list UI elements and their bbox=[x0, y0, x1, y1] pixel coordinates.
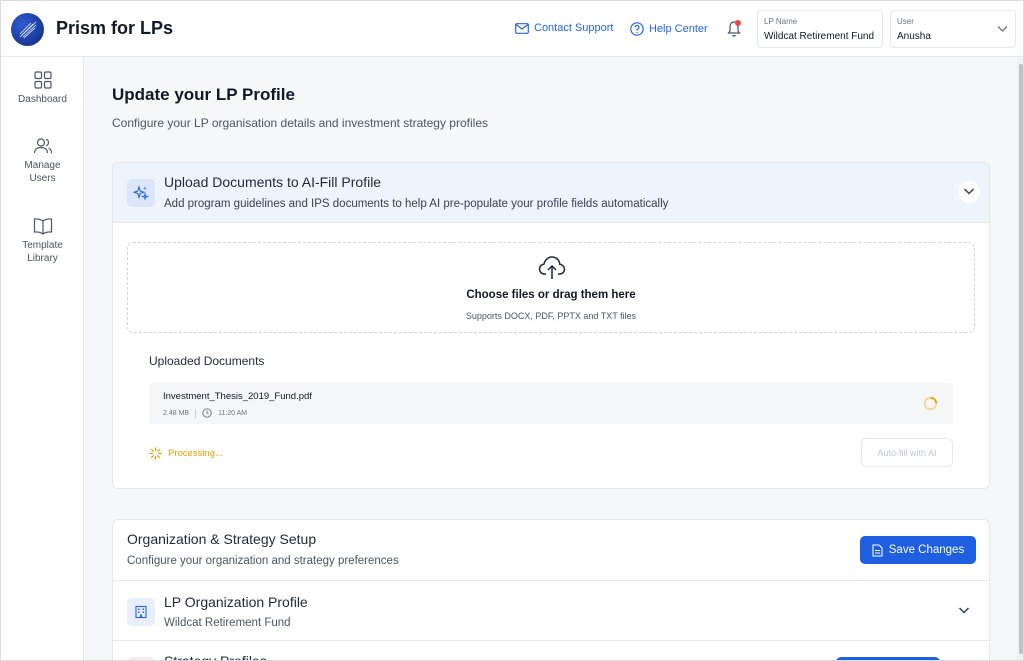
upload-documents-card: Upload Documents to AI-Fill Profile Add … bbox=[112, 162, 990, 489]
row-title: LP Organization Profile bbox=[164, 594, 308, 610]
sidebar: Dashboard Manage Users Template Library bbox=[1, 57, 84, 660]
building-icon bbox=[127, 598, 155, 626]
loading-spinner-icon bbox=[923, 396, 938, 411]
chevron-down-icon bbox=[963, 188, 975, 195]
contact-support-label: Contact Support bbox=[534, 22, 614, 34]
user-select[interactable]: User Anusha bbox=[890, 10, 1016, 48]
auto-fill-button[interactable]: Auto-fill with AI bbox=[861, 438, 953, 467]
sidebar-item-label: Manage Users bbox=[24, 160, 61, 184]
processing-status: Processing... bbox=[149, 447, 223, 460]
sidebar-item-manage-users[interactable]: Manage Users bbox=[1, 137, 84, 185]
document-icon bbox=[872, 543, 883, 557]
row-subtitle: Wildcat Retirement Fund bbox=[164, 617, 291, 629]
org-card-subtitle: Configure your organization and strategy… bbox=[127, 555, 399, 567]
contact-support-link[interactable]: Contact Support bbox=[515, 22, 614, 34]
chevron-down-icon bbox=[958, 607, 970, 614]
users-icon bbox=[33, 138, 52, 154]
organization-strategy-card: Organization & Strategy Setup Configure … bbox=[112, 519, 990, 660]
upload-card-subtitle: Add program guidelines and IPS documents… bbox=[164, 198, 669, 210]
user-label: User bbox=[897, 17, 914, 26]
upload-cloud-icon bbox=[538, 256, 566, 279]
strategy-icon bbox=[127, 657, 155, 660]
help-center-link[interactable]: Help Center bbox=[630, 22, 708, 36]
help-center-label: Help Center bbox=[649, 23, 708, 35]
row-title[interactable]: Strategy Profiles bbox=[164, 653, 267, 660]
org-card-title: Organization & Strategy Setup bbox=[127, 531, 317, 547]
save-changes-button[interactable]: Save Changes bbox=[860, 536, 976, 564]
upload-card-title: Upload Documents to AI-Fill Profile bbox=[164, 174, 382, 190]
save-changes-label: Save Changes bbox=[888, 544, 965, 556]
chevron-down-icon bbox=[997, 26, 1008, 32]
meta-divider bbox=[195, 408, 197, 418]
processing-label: Processing... bbox=[168, 448, 223, 459]
scrollbar-thumb[interactable] bbox=[1019, 64, 1023, 654]
help-circle-icon bbox=[630, 22, 644, 36]
main-content: Update your LP Profile Configure your LP… bbox=[85, 58, 1016, 660]
lp-name-label: LP Name bbox=[764, 17, 798, 26]
upload-card-header[interactable]: Upload Documents to AI-Fill Profile Add … bbox=[113, 163, 989, 223]
lp-organization-profile-row[interactable]: LP Organization Profile Wildcat Retireme… bbox=[113, 581, 989, 641]
app-title[interactable]: Prism for LPs bbox=[56, 18, 173, 39]
prism-logo-icon[interactable] bbox=[11, 13, 44, 46]
page-title: Update your LP Profile bbox=[112, 85, 295, 104]
sidebar-item-dashboard[interactable]: Dashboard bbox=[1, 71, 84, 106]
scrollbar[interactable] bbox=[1017, 58, 1023, 660]
file-time: 11:20 AM bbox=[218, 409, 248, 417]
uploaded-documents-heading: Uploaded Documents bbox=[149, 354, 265, 368]
dropzone-title: Choose files or drag them here bbox=[466, 289, 636, 301]
page-subtitle: Configure your LP organisation details a… bbox=[112, 116, 488, 130]
sidebar-item-label: Dashboard bbox=[18, 94, 67, 105]
lp-name-value: Wildcat Retirement Fund bbox=[764, 31, 875, 42]
dropzone-subtitle: Supports DOCX, PDF, PPTX and TXT files bbox=[465, 311, 637, 321]
strategy-profiles-button[interactable] bbox=[836, 657, 940, 660]
sidebar-item-label: Template Library bbox=[22, 240, 63, 264]
sparkles-icon bbox=[127, 179, 155, 207]
file-size: 2.48 MB bbox=[163, 409, 190, 417]
uploaded-file-row: Investment_Thesis_2019_Fund.pdf 2.48 MB … bbox=[149, 383, 953, 424]
file-meta: 2.48 MB 11:20 AM bbox=[163, 408, 247, 418]
clock-icon bbox=[202, 408, 212, 418]
loader-icon bbox=[149, 447, 162, 460]
top-header: Prism for LPs Contact Support Help Cente… bbox=[1, 1, 1023, 57]
book-icon bbox=[33, 218, 52, 235]
user-value: Anusha bbox=[897, 31, 931, 42]
notification-dot bbox=[735, 20, 741, 26]
collapse-upload-button[interactable] bbox=[958, 181, 980, 203]
mail-icon bbox=[515, 22, 529, 34]
file-dropzone[interactable]: Choose files or drag them here Supports … bbox=[127, 242, 975, 333]
expand-org-profile-button[interactable] bbox=[953, 600, 975, 622]
app-window: Prism for LPs Contact Support Help Cente… bbox=[0, 0, 1024, 661]
file-name: Investment_Thesis_2019_Fund.pdf bbox=[163, 391, 312, 402]
lp-name-select[interactable]: LP Name Wildcat Retirement Fund bbox=[757, 10, 883, 48]
sidebar-item-template-library[interactable]: Template Library bbox=[1, 217, 84, 265]
grid-icon bbox=[33, 71, 52, 89]
